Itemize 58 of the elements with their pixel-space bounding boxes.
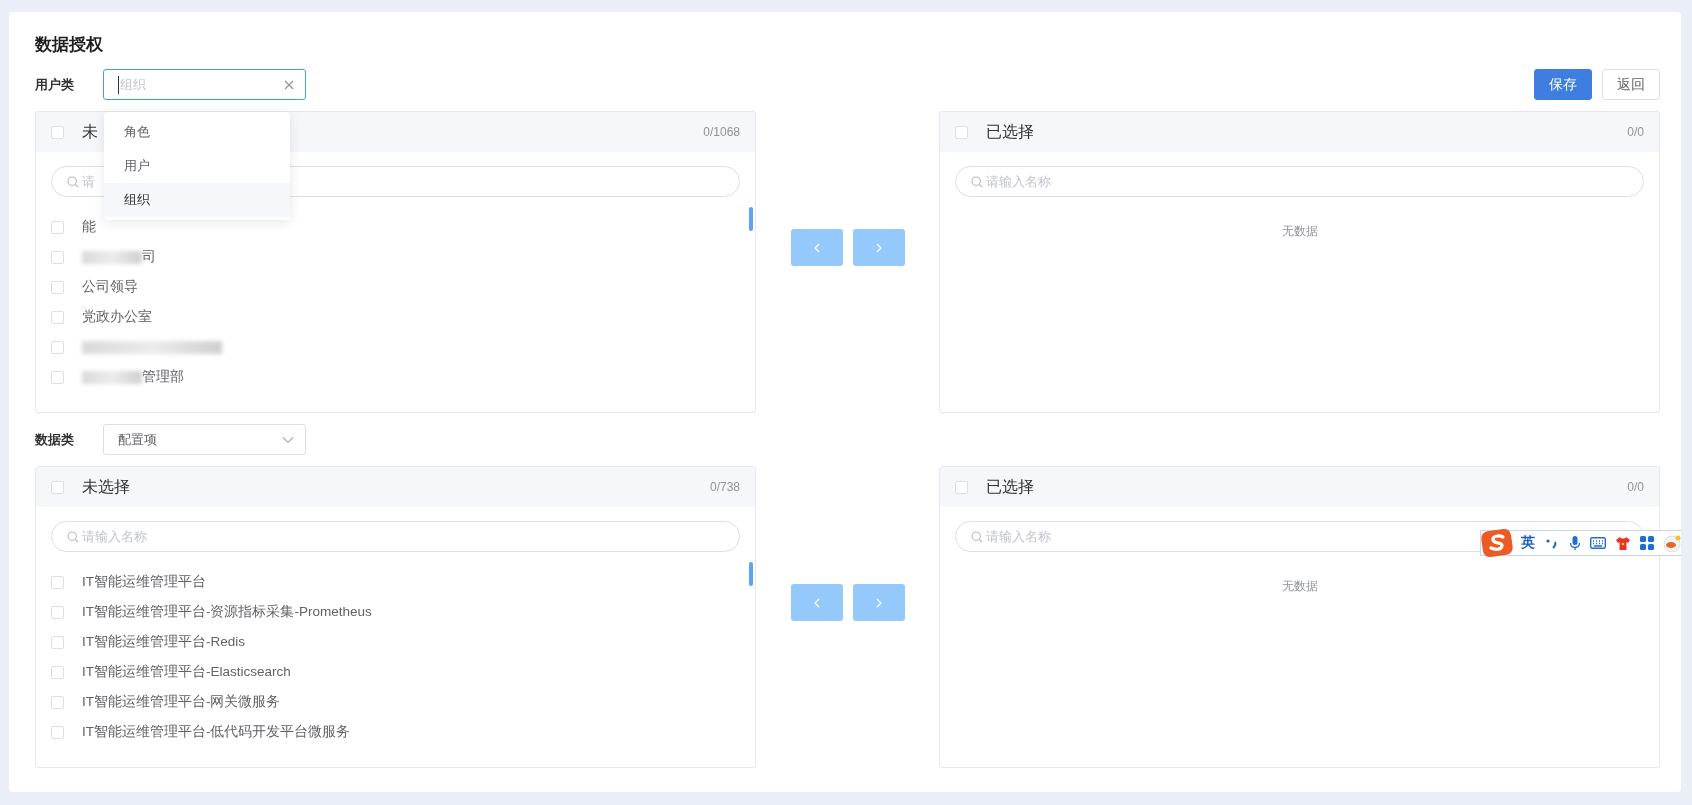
checkbox[interactable] (51, 605, 64, 619)
save-button[interactable]: 保存 (1534, 69, 1592, 100)
empty-text: 无数据 (1280, 223, 1319, 240)
list-item[interactable]: IT智能运维管理平台 (82, 573, 206, 591)
checkbox[interactable] (51, 665, 64, 679)
grid-icon[interactable] (1640, 536, 1654, 550)
clear-icon[interactable] (283, 78, 295, 91)
checkbox[interactable] (51, 250, 64, 264)
search-icon (971, 175, 983, 188)
checkbox[interactable] (51, 370, 64, 384)
list-item[interactable]: 公司领导 (82, 278, 138, 296)
search-icon (67, 530, 79, 543)
scrollbar-thumb[interactable] (749, 207, 753, 231)
page-title: 数据授权 (35, 34, 104, 55)
item-count: 0/0 (1627, 480, 1644, 494)
item-count: 0/0 (1627, 125, 1644, 139)
list-item[interactable]: 党政办公室 (82, 308, 152, 326)
list-item[interactable] (82, 340, 222, 354)
search-icon (971, 530, 983, 543)
list-item[interactable]: IT智能运维管理平台-资源指标采集-Prometheus (82, 603, 372, 621)
shirt-icon[interactable] (1615, 535, 1631, 551)
search-icon (67, 175, 79, 188)
field-label: 用户类 (35, 75, 75, 94)
panel-title: 已选择 (986, 121, 1034, 142)
checkbox[interactable] (51, 635, 64, 649)
checkbox[interactable] (51, 125, 64, 139)
item-count: 0/1068 (703, 125, 740, 139)
checkbox[interactable] (51, 480, 64, 494)
list-item[interactable]: IT智能运维管理平台-Elasticsearch (82, 663, 291, 681)
panel-title: 已选择 (986, 476, 1034, 497)
checkbox[interactable] (955, 480, 968, 494)
checkbox[interactable] (955, 125, 968, 139)
input-mode-toggle[interactable]: 英 (1521, 534, 1535, 552)
list-item[interactable]: 管理部 (82, 368, 184, 386)
empty-text: 无数据 (1280, 578, 1319, 595)
panel-title: 未 (82, 121, 98, 142)
list-item[interactable]: 能 (82, 218, 96, 236)
item-count: 0/738 (709, 480, 740, 494)
keyboard-icon[interactable] (1590, 537, 1606, 549)
scrollbar-thumb[interactable] (749, 562, 753, 586)
checkbox[interactable] (51, 220, 64, 234)
dropdown-option[interactable]: 组织 (104, 183, 290, 217)
checkbox[interactable] (51, 340, 64, 354)
panel-title: 未选择 (82, 476, 130, 497)
dropdown-option[interactable]: 角色 (104, 115, 290, 149)
list-item[interactable]: IT智能运维管理平台-低代码开发平台微服务 (82, 723, 351, 741)
mascot-icon[interactable] (1663, 534, 1681, 552)
list-item[interactable]: IT智能运维管理平台-网关微服务 (82, 693, 281, 711)
select-field[interactable]: 配置项 (103, 424, 306, 455)
checkbox[interactable] (51, 310, 64, 324)
back-button[interactable]: 返回 (1602, 69, 1660, 100)
checkbox[interactable] (51, 725, 64, 739)
microphone-icon[interactable] (1569, 535, 1581, 551)
checkbox[interactable] (51, 280, 64, 294)
checkbox[interactable] (51, 695, 64, 709)
list-item[interactable]: IT智能运维管理平台-Redis (82, 633, 245, 651)
checkbox[interactable] (51, 575, 64, 589)
field-label: 数据类 (35, 430, 75, 449)
